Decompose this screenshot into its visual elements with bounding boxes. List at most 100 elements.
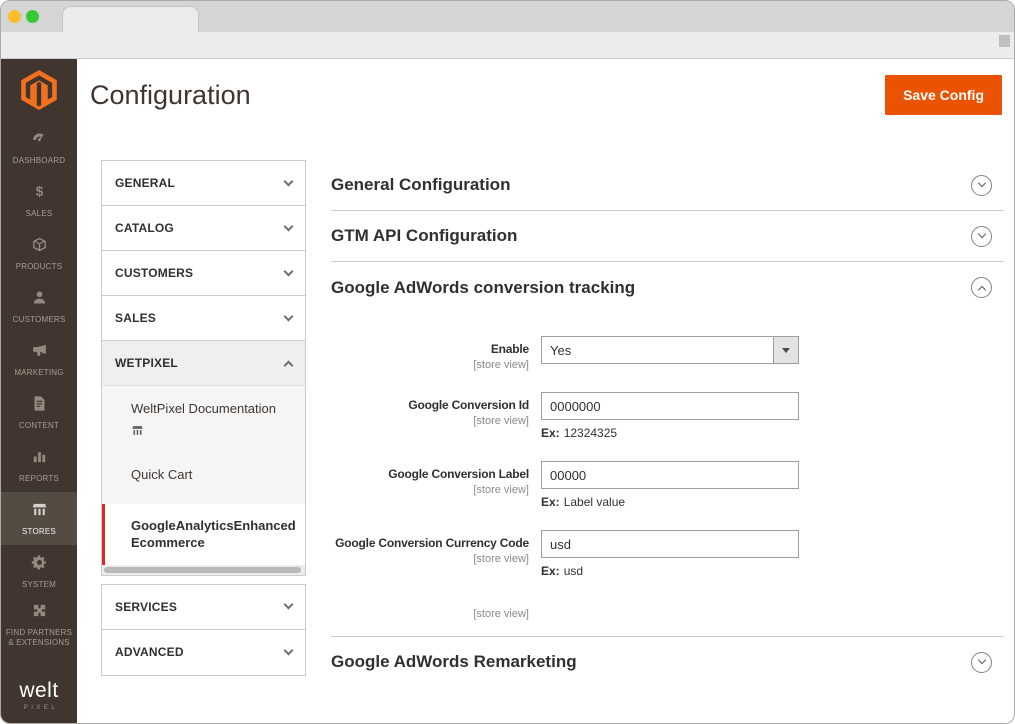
- field-row-scope-only: [store view]: [331, 599, 1004, 620]
- sidebar-item-system[interactable]: SYSTEM: [1, 545, 77, 598]
- sidebar-item-products[interactable]: PRODUCTS: [1, 227, 77, 280]
- collapse-toggle[interactable]: [971, 277, 992, 298]
- chevron-down-icon: [284, 645, 294, 655]
- products-icon: [31, 236, 48, 258]
- sidebar-item-label: STORES: [20, 527, 58, 537]
- save-config-button[interactable]: Save Config: [885, 75, 1002, 115]
- section-title: Google AdWords Remarketing: [331, 652, 577, 672]
- field-label: Google Conversion Id: [331, 398, 529, 412]
- magento-logo-icon: [21, 70, 57, 110]
- config-nav-general[interactable]: GENERAL: [102, 161, 305, 206]
- content-icon: [31, 395, 48, 417]
- section-gtm-api-configuration[interactable]: GTM API Configuration: [331, 211, 1004, 262]
- sidebar-item-dashboard[interactable]: DASHBOARD: [1, 121, 77, 174]
- customers-icon: [31, 289, 48, 311]
- admin-sidebar: DASHBOARD $ SALES PRODUCTS CUSTOMERS MAR…: [1, 59, 77, 723]
- browser-titlebar: [1, 1, 1014, 32]
- config-nav-label: WETPIXEL: [115, 356, 178, 370]
- enable-select-value: Yes: [550, 343, 571, 358]
- config-nav-catalog[interactable]: CATALOG: [102, 206, 305, 251]
- browser-scrollbar-button[interactable]: [999, 35, 1010, 47]
- sidebar-item-label: CUSTOMERS: [11, 315, 68, 325]
- config-nav-label: GENERAL: [115, 176, 175, 190]
- field-hint: Ex:Label value: [541, 495, 799, 509]
- config-nav-quick-cart[interactable]: Quick Cart: [102, 450, 305, 504]
- sidebar-item-find-partners-extensions[interactable]: FIND PARTNERS & EXTENSIONS: [1, 598, 77, 651]
- field-label: Google Conversion Currency Code: [331, 536, 529, 550]
- collapse-toggle[interactable]: [971, 652, 992, 673]
- sidebar-item-label: SYSTEM: [20, 580, 58, 590]
- section-title: General Configuration: [331, 175, 510, 195]
- browser-window: DASHBOARD $ SALES PRODUCTS CUSTOMERS MAR…: [0, 0, 1015, 724]
- hint-text: usd: [564, 564, 583, 578]
- select-dropdown-button[interactable]: [773, 337, 798, 363]
- page-header: Configuration Save Config: [77, 59, 1014, 129]
- system-icon: [31, 554, 48, 576]
- google-conversion-currency-code-input[interactable]: [541, 530, 799, 558]
- magento-logo[interactable]: [1, 59, 77, 121]
- config-nav-wetpixel-submenu: WeltPixel Documentation Quick Cart Googl…: [102, 386, 305, 565]
- config-nav-wetpixel[interactable]: WETPIXEL: [102, 341, 305, 386]
- sidebar-item-content[interactable]: CONTENT: [1, 386, 77, 439]
- config-nav-weltpixel-documentation[interactable]: WeltPixel Documentation: [102, 386, 305, 450]
- sales-icon: $: [31, 183, 48, 205]
- sidebar-item-stores[interactable]: STORES: [1, 492, 77, 545]
- scrollbar-thumb[interactable]: [104, 567, 301, 573]
- chevron-down-icon: [977, 230, 985, 238]
- weltpixel-logo-subtext: PIXEL: [1, 705, 77, 711]
- field-hint: Ex: usd: [541, 564, 799, 578]
- hint-prefix: Ex:: [541, 564, 560, 578]
- sidebar-item-label: SALES: [24, 209, 55, 219]
- google-conversion-label-input[interactable]: [541, 461, 799, 489]
- config-nav-services[interactable]: SERVICES: [102, 585, 305, 630]
- config-nav-label: SERVICES: [115, 600, 177, 614]
- sidebar-item-label: CONTENT: [17, 421, 61, 431]
- chevron-down-icon: [284, 600, 294, 610]
- sidebar-item-reports[interactable]: REPORTS: [1, 439, 77, 492]
- field-scope: [store view]: [331, 553, 529, 565]
- zoom-window-button[interactable]: [26, 10, 39, 23]
- config-nav-sublabel: Quick Cart: [131, 467, 192, 482]
- config-nav-googleanalyticsenhanced-ecommerce[interactable]: GoogleAnalyticsEnhanced Ecommerce: [102, 504, 305, 565]
- config-nav-box-primary: GENERAL CATALOG CUSTOMERS SALES: [101, 160, 306, 576]
- enable-select[interactable]: Yes: [541, 336, 799, 364]
- section-general-configuration[interactable]: General Configuration: [331, 160, 1004, 211]
- sidebar-item-sales[interactable]: $ SALES: [1, 174, 77, 227]
- chevron-down-icon: [284, 311, 294, 321]
- browser-tab[interactable]: [62, 6, 199, 32]
- field-row-google-conversion-currency-code: Google Conversion Currency Code [store v…: [331, 530, 1004, 578]
- caret-down-icon: [782, 348, 790, 353]
- svg-text:$: $: [35, 183, 43, 198]
- config-nav: GENERAL CATALOG CUSTOMERS SALES: [101, 160, 306, 676]
- minimize-window-button[interactable]: [8, 10, 21, 23]
- hint-prefix: Ex:: [541, 495, 560, 509]
- section-google-adwords-remarketing[interactable]: Google AdWords Remarketing: [331, 636, 1004, 687]
- main-area: Configuration Save Config GENERAL CATALO…: [77, 59, 1014, 723]
- sidebar-item-customers[interactable]: CUSTOMERS: [1, 280, 77, 333]
- collapse-toggle[interactable]: [971, 226, 992, 247]
- chevron-down-icon: [977, 656, 985, 664]
- chevron-up-icon: [977, 285, 985, 293]
- weltpixel-logo: welt PIXEL: [1, 672, 77, 723]
- dashboard-icon: [31, 130, 48, 152]
- field-scope: [store view]: [331, 415, 529, 427]
- sidebar-item-marketing[interactable]: MARKETING: [1, 333, 77, 386]
- config-nav-customers[interactable]: CUSTOMERS: [102, 251, 305, 296]
- stores-icon: [31, 501, 48, 523]
- field-scope: [store view]: [331, 359, 529, 371]
- google-conversion-id-input[interactable]: [541, 392, 799, 420]
- config-nav-label: CUSTOMERS: [115, 266, 193, 280]
- config-nav-advanced[interactable]: ADVANCED: [102, 630, 305, 675]
- section-google-adwords-conversion-tracking[interactable]: Google AdWords conversion tracking: [331, 262, 1004, 313]
- browser-toolbar: [1, 32, 1014, 59]
- collapse-toggle[interactable]: [971, 175, 992, 196]
- sidebar-item-label: MARKETING: [12, 368, 65, 378]
- chevron-down-icon: [284, 221, 294, 231]
- sidebar-item-label: REPORTS: [17, 474, 61, 484]
- field-label: Enable: [331, 342, 529, 356]
- section-title: GTM API Configuration: [331, 226, 517, 246]
- config-nav-sales[interactable]: SALES: [102, 296, 305, 341]
- marketing-icon: [31, 342, 48, 364]
- config-nav-scrollbar[interactable]: [102, 565, 305, 575]
- config-nav-box-secondary: SERVICES ADVANCED: [101, 584, 306, 676]
